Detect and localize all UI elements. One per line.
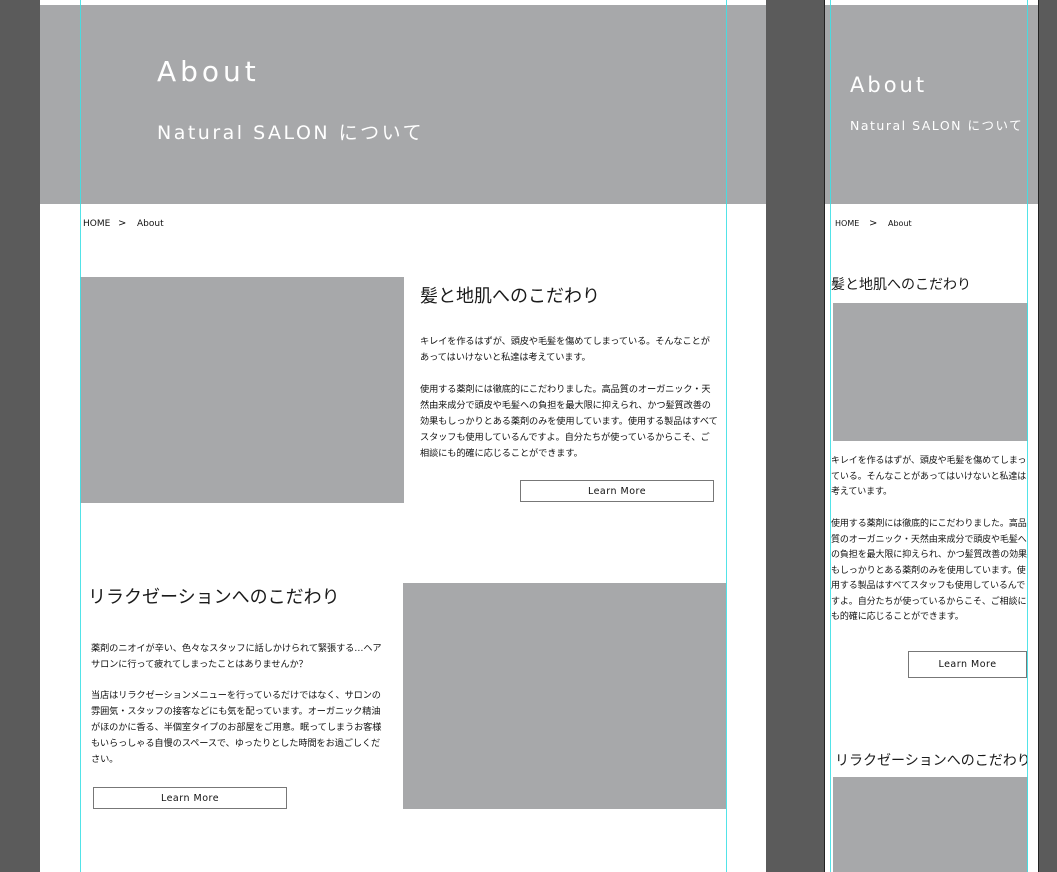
mobile-breadcrumb-current: About xyxy=(888,219,912,228)
mobile-section1-heading: 髪と地肌へのこだわり xyxy=(831,277,971,293)
guide-line xyxy=(726,0,727,872)
section1-paragraph2: 使用する薬剤には徹底的にこだわりました。高品質のオーガニック・天然由来成分で頭皮… xyxy=(420,384,718,459)
mobile-section1-image-placeholder xyxy=(833,303,1028,441)
guide-line xyxy=(80,0,81,872)
mobile-hero-subtitle: Natural SALON について xyxy=(850,118,1024,133)
mobile-section2-image-placeholder xyxy=(833,777,1028,872)
mobile-section2-heading: リラクゼーションへのこだわり xyxy=(835,753,1031,769)
section1-image-placeholder xyxy=(80,277,404,503)
section2-paragraph1: 薬剤のニオイが辛い、色々なスタッフに話しかけられて緊張する…ヘアサロンに行って疲… xyxy=(91,643,382,670)
section2-learn-more-button[interactable]: Learn More xyxy=(93,787,287,809)
section2-paragraph2: 当店はリラクゼーションメニューを行っているだけではなく、サロンの雰囲気・スタッフ… xyxy=(91,690,382,765)
section1-paragraph1: キレイを作るはずが、頭皮や毛髪を傷めてしまっている。そんなことがあってはいけない… xyxy=(420,336,710,363)
mobile-breadcrumb-home[interactable]: HOME xyxy=(835,219,859,228)
mobile-section1-paragraph1: キレイを作るはずが、頭皮や毛髪を傷めてしまっている。そんなことがあってはいけない… xyxy=(831,456,1027,497)
mobile-artboard: About Natural SALON について HOME > About 髪と… xyxy=(824,0,1039,872)
guide-line xyxy=(830,0,831,872)
section1-heading: 髪と地肌へのこだわり xyxy=(420,286,600,307)
breadcrumb-current: About xyxy=(137,219,164,229)
breadcrumb-separator: > xyxy=(118,218,127,229)
section2-image-placeholder xyxy=(403,583,726,809)
breadcrumb-home[interactable]: HOME xyxy=(83,219,110,229)
desktop-artboard: About Natural SALON について HOME > About 髪と… xyxy=(40,0,766,872)
hero-title: About xyxy=(157,55,260,88)
section1-learn-more-button[interactable]: Learn More xyxy=(520,480,714,502)
mobile-breadcrumb-separator: > xyxy=(869,218,878,229)
mobile-hero-title: About xyxy=(850,73,928,97)
section2-heading: リラクゼーションへのこだわり xyxy=(88,587,340,608)
hero-subtitle: Natural SALON について xyxy=(157,122,425,144)
mobile-section1-learn-more-button[interactable]: Learn More xyxy=(908,651,1027,678)
mobile-section1-paragraph2: 使用する薬剤には徹底的にこだわりました。高品質のオーガニック・天然由来成分で頭皮… xyxy=(831,519,1027,622)
guide-line xyxy=(1027,0,1028,872)
hero-banner: About Natural SALON について xyxy=(40,5,766,204)
mobile-hero-banner: About Natural SALON について xyxy=(825,5,1038,204)
